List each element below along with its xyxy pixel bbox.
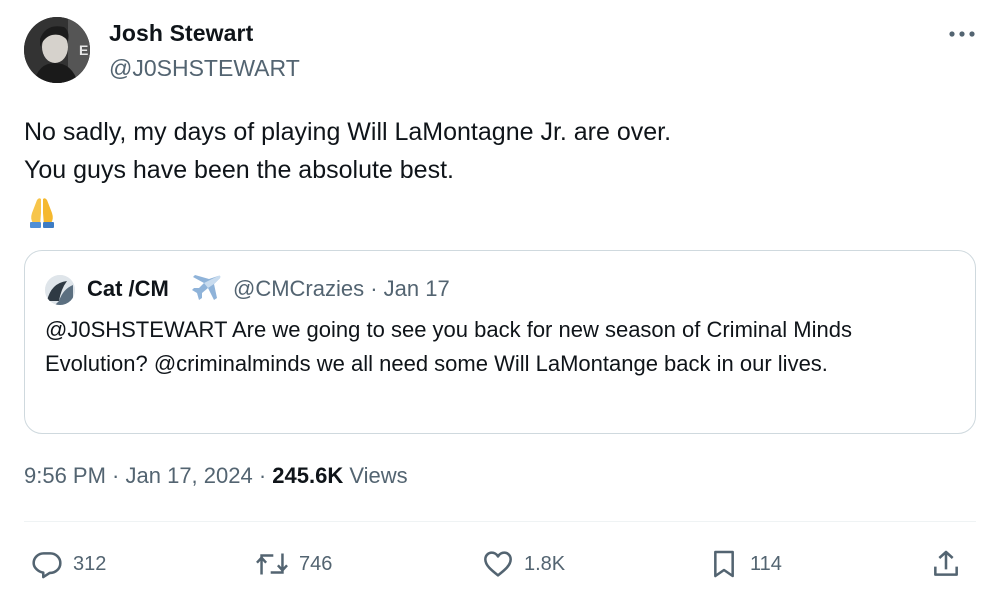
quoted-tweet-card[interactable]: Cat /CM @CMCrazies · Jan 17 @J0SHSTEWART… bbox=[24, 250, 976, 434]
retweet-icon bbox=[256, 553, 288, 575]
views-label: Views bbox=[343, 463, 408, 488]
share-button[interactable] bbox=[930, 546, 962, 582]
separator: · bbox=[105, 463, 126, 488]
author-handle[interactable]: @J0SHSTEWART bbox=[109, 55, 300, 82]
share-icon bbox=[934, 550, 958, 576]
like-count: 1.8K bbox=[524, 552, 566, 575]
profile-photo: E bbox=[24, 17, 90, 83]
quoted-author-avatar[interactable] bbox=[45, 275, 75, 305]
svg-text:E: E bbox=[79, 42, 88, 58]
quoted-handle-date[interactable]: @CMCrazies · Jan 17 bbox=[233, 276, 450, 302]
airplane-icon bbox=[191, 273, 223, 303]
reply-icon bbox=[32, 552, 62, 579]
tweet-text: No sadly, my days of playing Will LaMont… bbox=[24, 113, 671, 189]
quoted-author-name[interactable]: Cat /CM bbox=[87, 276, 169, 302]
author-name[interactable]: Josh Stewart bbox=[109, 20, 253, 47]
reply-count: 312 bbox=[73, 552, 107, 575]
heart-icon bbox=[484, 551, 512, 577]
tweet-line: You guys have been the absolute best. bbox=[24, 156, 454, 184]
divider bbox=[24, 521, 976, 522]
like-button[interactable]: 1.8K bbox=[482, 546, 565, 582]
more-options-button[interactable] bbox=[944, 22, 980, 46]
author-avatar[interactable]: E bbox=[24, 17, 90, 83]
profile-photo bbox=[45, 275, 75, 305]
reply-button[interactable]: 312 bbox=[31, 546, 106, 582]
tweet-date[interactable]: Jan 17, 2024 bbox=[126, 463, 253, 488]
views-count: 245.6K bbox=[272, 463, 344, 488]
tweet: E Josh Stewart @J0SHSTEWART No sadly, my… bbox=[0, 0, 1000, 601]
tweet-meta: 9:56 PM · Jan 17, 2024 · 245.6K Views bbox=[24, 463, 408, 489]
tweet-line: No sadly, my days of playing Will LaMont… bbox=[24, 118, 672, 146]
bookmark-count: 114 bbox=[750, 552, 782, 575]
bookmark-button[interactable]: 114 bbox=[708, 546, 782, 582]
quoted-tweet-text: @J0SHSTEWART Are we going to see you bac… bbox=[45, 317, 852, 376]
separator: · bbox=[252, 463, 273, 488]
tweet-time[interactable]: 9:56 PM bbox=[24, 463, 106, 488]
retweet-button[interactable]: 746 bbox=[255, 546, 332, 582]
bookmark-icon bbox=[714, 550, 734, 578]
more-icon bbox=[949, 31, 975, 37]
retweet-count: 746 bbox=[299, 552, 333, 575]
folded-hands-icon bbox=[24, 193, 60, 229]
